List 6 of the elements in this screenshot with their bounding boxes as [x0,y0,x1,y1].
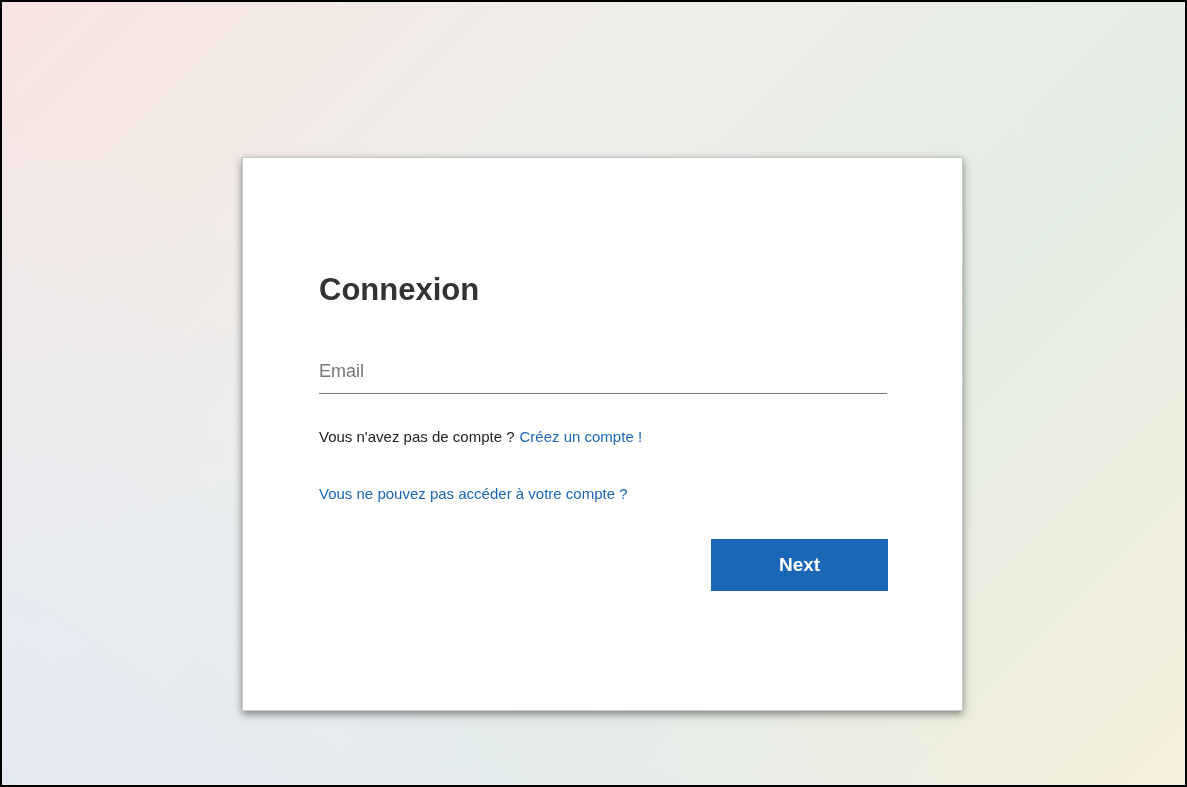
email-field[interactable]: Email [319,350,887,394]
login-title: Connexion [319,271,480,309]
next-button[interactable]: Next [711,539,888,591]
account-recovery-link[interactable]: Vous ne pouvez pas accéder à votre compte ? [319,482,628,505]
create-account-link[interactable]: Créez un compte ! [519,426,643,449]
no-account-text: Vous n'avez pas de compte ? [319,427,515,447]
